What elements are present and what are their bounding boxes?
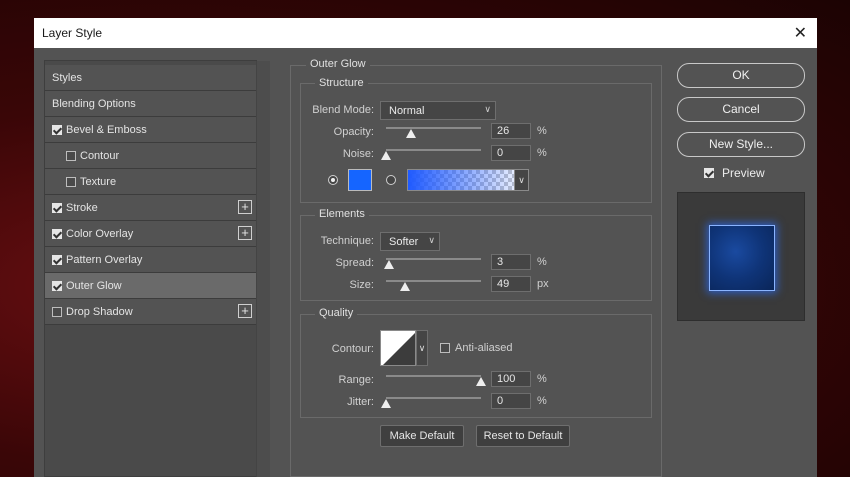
contour-curve-icon (383, 333, 415, 365)
range-unit: % (537, 373, 547, 385)
style-item-label: Blending Options (52, 98, 136, 110)
close-icon[interactable]: ✕ (794, 23, 807, 43)
anti-aliased-label: Anti-aliased (455, 342, 513, 354)
chevron-down-icon: ∨ (428, 235, 435, 245)
plus-icon[interactable]: + (238, 200, 252, 214)
style-item-label: Texture (80, 176, 117, 188)
size-input[interactable]: 49 (491, 276, 531, 292)
checkbox-icon[interactable] (52, 125, 62, 135)
noise-input[interactable]: 0 (491, 145, 531, 161)
contour-preview[interactable] (380, 330, 416, 366)
spread-slider-thumb[interactable] (383, 260, 394, 269)
style-item-label: Bevel & Emboss (66, 124, 147, 136)
plus-icon[interactable]: + (238, 304, 252, 318)
reset-to-default-button[interactable]: Reset to Default (476, 425, 570, 447)
blend-mode-value: Normal (389, 105, 425, 117)
styles-list: Styles Blending Options Bevel & Emboss Cont… (44, 60, 270, 477)
style-item-label: Color Overlay (66, 228, 134, 240)
preview-label: Preview (722, 166, 765, 180)
spread-input[interactable]: 3 (491, 254, 531, 270)
chevron-down-icon[interactable]: ∨ (514, 169, 529, 191)
style-item-color-overlay[interactable]: Color Overlay + (45, 221, 256, 247)
contour-label: Contour: (331, 343, 374, 355)
anti-aliased-checkbox[interactable] (440, 343, 450, 353)
style-item-texture[interactable]: Texture (45, 169, 256, 195)
style-item-label: Styles (52, 72, 82, 84)
opacity-slider[interactable] (386, 127, 481, 129)
make-default-button[interactable]: Make Default (380, 425, 464, 447)
plus-icon[interactable]: + (238, 226, 252, 240)
preview-checkbox[interactable] (704, 168, 714, 178)
style-preview (677, 192, 805, 321)
style-item-stroke[interactable]: Stroke + (45, 195, 256, 221)
styles-list-scrollbar[interactable] (256, 61, 270, 477)
jitter-input[interactable]: 0 (491, 393, 531, 409)
chevron-down-icon[interactable]: ∨ (416, 330, 428, 366)
style-item-drop-shadow[interactable]: Drop Shadow + (45, 299, 256, 325)
ok-button[interactable]: OK (677, 63, 805, 88)
noise-slider-thumb[interactable] (381, 151, 391, 160)
noise-slider[interactable] (386, 149, 481, 151)
blend-mode-select[interactable]: Normal ∨ (380, 101, 496, 120)
elements-heading: Elements (315, 208, 369, 220)
opacity-unit: % (537, 125, 547, 137)
spread-slider[interactable] (386, 258, 481, 260)
style-item-label: Stroke (66, 202, 98, 214)
chevron-down-icon: ∨ (484, 104, 491, 114)
checkbox-icon[interactable] (52, 281, 62, 291)
gradient-radio[interactable] (386, 175, 396, 185)
opacity-input[interactable]: 26 (491, 123, 531, 139)
cancel-button[interactable]: Cancel (677, 97, 805, 122)
checkbox-icon[interactable] (52, 203, 62, 213)
preview-thumbnail (709, 225, 775, 291)
outer-glow-heading: Outer Glow (306, 58, 370, 70)
size-slider-thumb[interactable] (399, 282, 410, 291)
size-label: Size: (349, 279, 374, 291)
range-slider[interactable] (386, 375, 481, 377)
style-item-styles[interactable]: Styles (45, 65, 256, 91)
style-item-contour[interactable]: Contour (45, 143, 256, 169)
noise-label: Noise: (342, 148, 374, 160)
style-item-label: Outer Glow (66, 280, 122, 292)
quality-heading: Quality (315, 307, 358, 319)
opacity-label: Opacity: (333, 126, 374, 138)
checkbox-icon[interactable] (66, 177, 76, 187)
new-style-button[interactable]: New Style... (677, 132, 805, 157)
structure-heading: Structure (315, 77, 368, 89)
checkbox-icon[interactable] (52, 229, 62, 239)
spread-label: Spread: (335, 257, 374, 269)
noise-unit: % (537, 147, 547, 159)
spread-unit: % (537, 256, 547, 268)
style-item-label: Contour (80, 150, 120, 162)
technique-value: Softer (389, 236, 419, 248)
technique-label: Technique: (320, 235, 374, 247)
glow-color-swatch[interactable] (348, 169, 372, 191)
technique-select[interactable]: Softer ∨ (380, 232, 440, 251)
range-input[interactable]: 100 (491, 371, 531, 387)
range-label: Range: (338, 374, 374, 386)
glow-gradient-picker[interactable]: ∨ (407, 169, 529, 191)
jitter-slider-thumb[interactable] (381, 399, 391, 408)
range-slider-thumb[interactable] (476, 377, 486, 386)
solid-color-radio[interactable] (328, 175, 338, 185)
jitter-unit: % (537, 395, 547, 407)
jitter-label: Jitter: (347, 396, 374, 408)
checkbox-icon[interactable] (52, 255, 62, 265)
layer-style-dialog: Layer Style ✕ Styles Blending Options Beve… (34, 18, 817, 477)
style-item-blending-options[interactable]: Blending Options (45, 91, 256, 117)
checkbox-icon[interactable] (52, 307, 62, 317)
style-item-label: Drop Shadow (66, 306, 133, 318)
blend-mode-label: Blend Mode: (312, 104, 374, 116)
jitter-slider[interactable] (386, 397, 481, 399)
dialog-title: Layer Style (42, 26, 103, 40)
style-item-outer-glow[interactable]: Outer Glow (45, 273, 256, 299)
title-bar: Layer Style ✕ (34, 18, 817, 48)
checkbox-icon[interactable] (66, 151, 76, 161)
style-item-bevel-emboss[interactable]: Bevel & Emboss (45, 117, 256, 143)
style-item-label: Pattern Overlay (66, 254, 143, 266)
opacity-slider-thumb[interactable] (405, 129, 416, 138)
size-unit: px (537, 278, 549, 290)
style-item-pattern-overlay[interactable]: Pattern Overlay (45, 247, 256, 273)
